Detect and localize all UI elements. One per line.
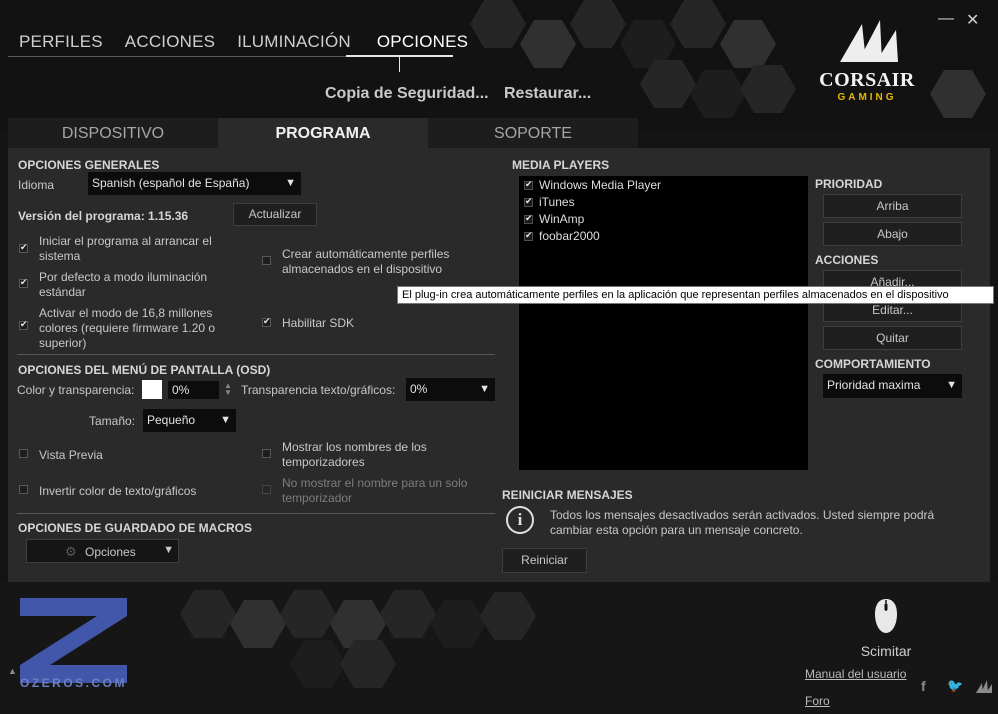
collapse-up-icon[interactable]: ▲ — [8, 666, 17, 676]
update-button[interactable]: Actualizar — [233, 203, 317, 226]
enable-sdk-checkbox[interactable] — [262, 316, 271, 327]
tab-acciones[interactable]: ACCIONES — [114, 30, 226, 58]
auto-profiles-label: Crear automáticamente perfiles almacenad… — [282, 247, 450, 276]
color-16m-label: Activar el modo de 16,8 millones colores… — [39, 306, 216, 350]
tab-perfiles[interactable]: PERFILES — [8, 30, 114, 58]
tab-dispositivo[interactable]: DISPOSITIVO — [8, 118, 218, 148]
list-item[interactable]: Windows Media Player — [539, 178, 661, 192]
move-up-button[interactable]: Arriba — [823, 194, 962, 218]
text-transparency-label: Transparencia texto/gráficos: — [241, 383, 396, 397]
color-swatch[interactable] — [142, 380, 162, 399]
invert-color-label: Invertir color de texto/gráficos — [39, 484, 197, 498]
watermark-text: OZEROS.COM — [20, 676, 128, 690]
mouse-icon — [875, 599, 897, 633]
divider — [17, 354, 495, 355]
media-player-checkbox[interactable] — [524, 179, 533, 190]
behavior-select[interactable]: Prioridad maxima ▼ — [823, 374, 962, 398]
hide-single-timer-checkbox[interactable] — [262, 485, 271, 494]
backup-button[interactable]: Copia de Seguridad... — [325, 85, 489, 103]
transparency-input[interactable]: 0% — [168, 381, 219, 399]
version-text: Versión del programa: 1.15.36 — [18, 209, 189, 223]
brand-tagline: GAMING — [837, 92, 897, 103]
general-options-title: OPCIONES GENERALES — [18, 158, 160, 172]
tab-iluminacion[interactable]: ILUMINACIÓN — [226, 30, 362, 58]
remove-button[interactable]: Quitar — [823, 326, 962, 350]
minimize-button[interactable]: — — [938, 10, 954, 28]
text-transparency-value: 0% — [410, 382, 428, 396]
preview-label: Vista Previa — [39, 448, 103, 462]
invert-color-checkbox[interactable] — [19, 485, 28, 494]
facebook-icon[interactable]: f — [921, 678, 926, 694]
behavior-title: COMPORTAMIENTO — [815, 357, 931, 371]
chevron-down-icon: ▼ — [163, 544, 174, 556]
tooltip: El plug-in crea automáticamente perfiles… — [397, 286, 994, 304]
device-name: Scimitar — [860, 643, 912, 659]
macro-options-button[interactable]: ⚙ Opciones ▼ — [26, 539, 179, 563]
media-players-title: MEDIA PLAYERS — [512, 158, 610, 172]
language-value: Spanish (español de España) — [92, 176, 250, 190]
divider — [17, 513, 495, 514]
language-label: Idioma — [18, 178, 55, 192]
size-value: Pequeño — [147, 413, 196, 427]
language-select[interactable]: Spanish (español de España) ▼ — [88, 172, 301, 195]
reset-messages-title: REINICIAR MENSAJES — [502, 488, 633, 502]
enable-sdk-label: Habilitar SDK — [282, 316, 355, 330]
forum-link[interactable]: Foro — [805, 694, 830, 708]
restore-button[interactable]: Restaurar... — [504, 85, 591, 103]
program-options-panel: OPCIONES GENERALES Idioma Spanish (españ… — [8, 148, 990, 582]
start-with-system-label: Iniciar el programa al arrancar el siste… — [39, 234, 212, 263]
list-item[interactable]: iTunes — [539, 195, 575, 209]
gear-icon: ⚙ — [65, 544, 77, 559]
user-manual-link[interactable]: Manual del usuario — [805, 667, 906, 681]
priority-title: PRIORIDAD — [815, 177, 883, 191]
chevron-down-icon: ▼ — [479, 383, 490, 395]
color-transparency-label: Color y transparencia: — [17, 383, 135, 397]
start-with-system-checkbox[interactable] — [19, 242, 28, 253]
chevron-down-icon: ▼ — [285, 177, 296, 189]
media-player-checkbox[interactable] — [524, 213, 533, 224]
osd-options-title: OPCIONES DEL MENÚ DE PANTALLA (OSD) — [18, 363, 271, 377]
media-player-checkbox[interactable] — [524, 230, 533, 241]
close-button[interactable]: ✕ — [966, 10, 979, 30]
show-timer-names-checkbox[interactable] — [262, 449, 271, 458]
macro-options-label: Opciones — [85, 545, 136, 559]
reset-messages-text: Todos los mensajes desactivados serán ac… — [550, 508, 935, 537]
text-transparency-select[interactable]: 0% ▼ — [406, 378, 495, 401]
auto-profiles-checkbox[interactable] — [262, 256, 271, 265]
move-down-button[interactable]: Abajo — [823, 222, 962, 246]
chevron-down-icon: ▼ — [946, 379, 957, 391]
brand-name: CORSAIR — [819, 69, 915, 91]
standard-lighting-label: Por defecto a modo iluminación estándar — [39, 270, 208, 299]
active-tab-pointer — [399, 56, 400, 72]
info-icon: i — [506, 506, 534, 534]
hide-single-timer-label: No mostrar el nombre para un solo tempor… — [282, 476, 468, 505]
media-players-list[interactable]: Windows Media Player iTunes WinAmp fooba… — [519, 176, 808, 470]
list-item[interactable]: foobar2000 — [539, 229, 600, 243]
behavior-value: Prioridad maxima — [827, 378, 921, 392]
corsair-social-icon[interactable] — [975, 680, 993, 694]
device-scimitar[interactable]: Scimitar — [858, 598, 914, 659]
sails-icon — [840, 20, 898, 62]
tab-programa[interactable]: PROGRAMA — [218, 118, 428, 148]
color-16m-checkbox[interactable] — [19, 319, 28, 330]
ozeros-logo — [20, 598, 127, 683]
standard-lighting-checkbox[interactable] — [19, 277, 28, 288]
list-item[interactable]: WinAmp — [539, 212, 584, 226]
size-label: Tamaño: — [89, 414, 136, 428]
sub-tabs: DISPOSITIVO PROGRAMA SOPORTE — [8, 118, 638, 148]
reset-button[interactable]: Reiniciar — [502, 548, 587, 573]
transparency-spinner[interactable]: ▲ ▼ — [224, 382, 232, 397]
corsair-logo: CORSAIR GAMING — [812, 18, 922, 103]
tab-opciones[interactable]: OPCIONES — [362, 30, 479, 58]
chevron-down-icon: ▼ — [220, 414, 231, 426]
show-timer-names-label: Mostrar los nombres de los temporizadore… — [282, 440, 427, 469]
tab-soporte[interactable]: SOPORTE — [428, 118, 638, 148]
actions-title: ACCIONES — [815, 253, 879, 267]
preview-checkbox[interactable] — [19, 449, 28, 458]
size-select[interactable]: Pequeño ▼ — [143, 409, 236, 432]
media-player-checkbox[interactable] — [524, 196, 533, 207]
twitter-icon[interactable]: 🐦 — [947, 678, 963, 694]
top-nav: PERFILES ACCIONES ILUMINACIÓN OPCIONES — [8, 30, 479, 58]
macro-options-title: OPCIONES DE GUARDADO DE MACROS — [18, 521, 253, 535]
